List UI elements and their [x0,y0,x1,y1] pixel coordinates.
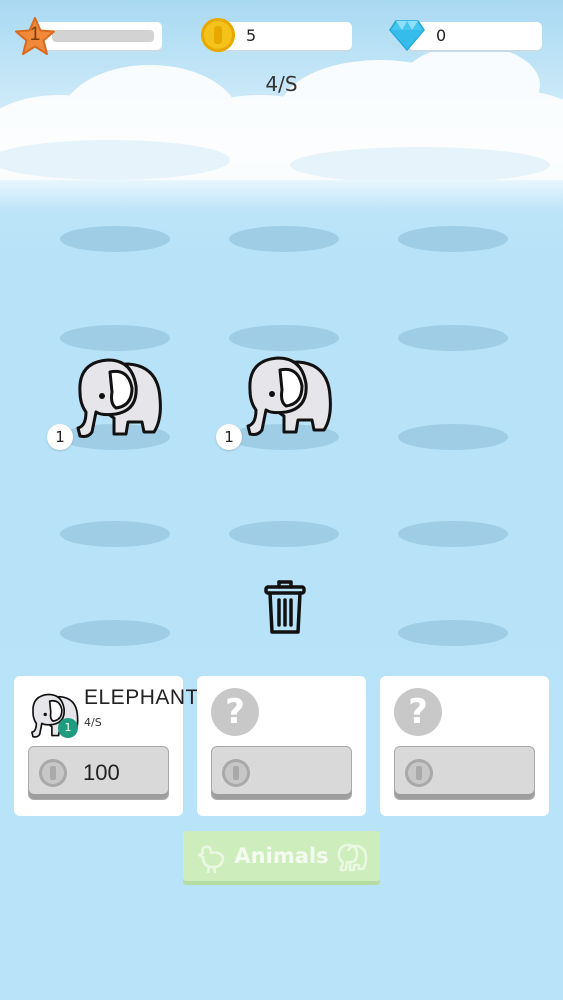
field-slot[interactable] [398,424,508,450]
field-slot[interactable] [229,226,339,252]
coin-icon [201,18,235,52]
field-slot[interactable] [398,620,508,646]
animal-level-badge: 1 [47,424,73,450]
field-slot[interactable] [229,325,339,351]
shop-card-locked: ? [197,676,366,816]
field-slot[interactable] [229,521,339,547]
buy-elephant-button[interactable]: 100 [28,746,169,800]
field-slot[interactable] [398,521,508,547]
animals-button[interactable]: Animals [183,831,380,885]
question-icon: ? [394,688,442,736]
question-icon: ? [211,688,259,736]
level-progress-track [52,30,154,42]
trash-icon[interactable] [264,578,306,636]
field-slot[interactable] [60,325,170,351]
coin-icon [222,759,250,787]
shop-card-locked: ? [380,676,549,816]
coin-panel [218,22,352,50]
income-rate: 4/S [265,72,298,96]
buy-locked-button[interactable] [394,746,535,800]
field-slot[interactable] [398,226,508,252]
field-slot[interactable] [60,620,170,646]
animal-level-badge: 1 [216,424,242,450]
elephant-icon[interactable] [236,350,336,440]
coin-count: 5 [246,26,257,45]
coin-icon [405,759,433,787]
gem-panel [408,22,542,50]
sea-horizon [0,180,563,210]
elephant-icon[interactable] [66,352,166,442]
buy-locked-button[interactable] [211,746,352,800]
shop-card-elephant: 1 ELEPHANT 4/S 100 [14,676,198,816]
card-animal-name: ELEPHANT [84,686,199,709]
player-level: 1 [29,24,41,45]
elephant-icon [337,843,368,872]
cloud-background [0,45,563,200]
coin-icon [39,759,67,787]
card-level-badge: 1 [58,718,78,738]
diamond-icon [389,20,425,52]
field-slot[interactable] [60,226,170,252]
field-slot[interactable] [60,521,170,547]
gem-count: 0 [436,26,447,45]
card-income-rate: 4/S [84,716,102,729]
field-slot[interactable] [398,325,508,351]
buy-price: 100 [83,760,120,785]
